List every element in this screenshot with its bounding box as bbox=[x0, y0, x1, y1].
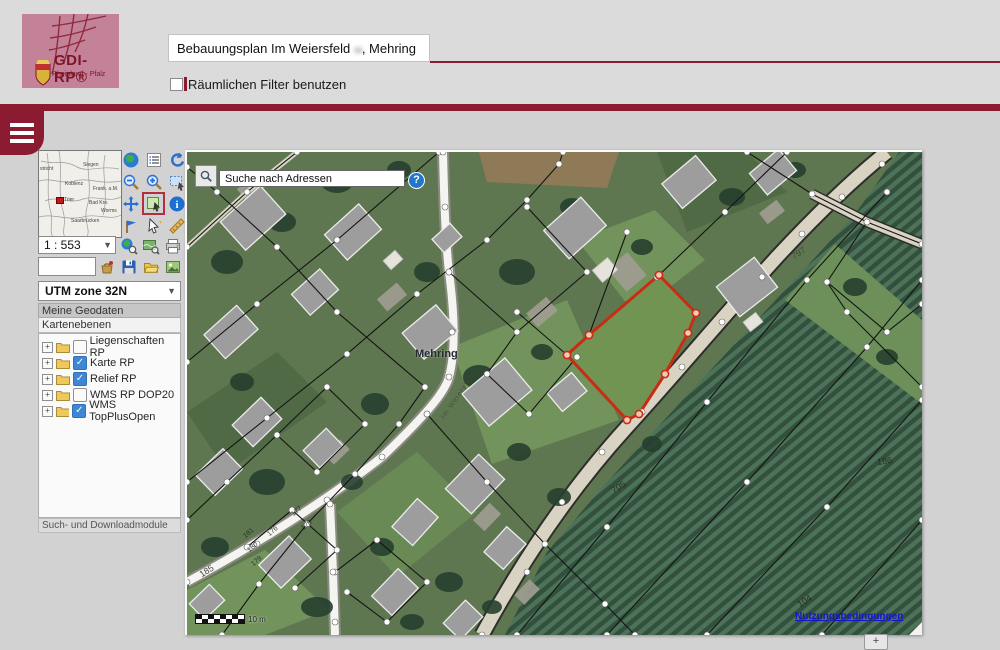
zoom-out-icon[interactable] bbox=[121, 172, 140, 191]
search-globe-icon[interactable] bbox=[119, 236, 138, 255]
layer-tree: + Liegenschaften RP + ✓ Karte RP + ✓ Rel… bbox=[38, 333, 181, 518]
overview-globe-icon[interactable] bbox=[121, 150, 140, 169]
map-viewport[interactable]: Suche nach Adressen ? Mehring Im Weiersf… bbox=[185, 150, 922, 635]
crs-select[interactable]: UTM zone 32N ▼ bbox=[38, 281, 181, 301]
expand-icon[interactable]: + bbox=[42, 390, 53, 401]
folder-icon bbox=[56, 390, 70, 401]
open-folder-icon[interactable] bbox=[141, 257, 160, 276]
search-text-suffix: , Mehring bbox=[362, 41, 416, 56]
section-meine-geodaten[interactable]: Meine Geodaten bbox=[38, 303, 181, 318]
address-search-button[interactable] bbox=[195, 165, 217, 187]
brand-bar bbox=[0, 104, 1000, 111]
layer-row: + ✓ WMS TopPlusOpen bbox=[39, 403, 180, 419]
overview-city: Worms bbox=[101, 208, 117, 214]
scale-value: 1 : 553 bbox=[44, 238, 81, 252]
print-icon[interactable] bbox=[163, 236, 182, 255]
expand-map-button[interactable]: + bbox=[864, 634, 888, 650]
layer-checkbox[interactable] bbox=[73, 340, 87, 354]
layer-row: + ✓ Relief RP bbox=[39, 371, 180, 387]
overview-city: Koblenz bbox=[65, 181, 83, 187]
spatial-filter-label: Räumlichen Filter benutzen bbox=[188, 77, 346, 92]
section-kartenebenen[interactable]: Kartenebenen bbox=[38, 318, 181, 333]
gdi-rp-logo: GDI-RP® Rheinland - Pfalz bbox=[22, 14, 119, 88]
layer-label[interactable]: Relief RP bbox=[90, 373, 136, 385]
aerial-map[interactable] bbox=[187, 152, 922, 635]
header: GDI-RP® Rheinland - Pfalz Bebauungsplan … bbox=[0, 0, 1000, 104]
divider-line bbox=[430, 61, 1000, 63]
help-icon[interactable]: ? bbox=[408, 172, 425, 189]
layer-checkbox[interactable]: ✓ bbox=[73, 372, 87, 386]
chevron-down-icon: ▼ bbox=[103, 240, 112, 250]
scale-select[interactable]: 1 : 553 ▼ bbox=[38, 236, 116, 254]
address-search-input[interactable]: Suche nach Adressen bbox=[219, 170, 405, 187]
overview-map[interactable]: stricht Siegen Koblenz Frank. a.M. Bad K… bbox=[38, 150, 122, 238]
folder-icon bbox=[56, 358, 70, 369]
overview-city: stricht bbox=[40, 166, 53, 172]
overview-city: Trier bbox=[64, 197, 74, 203]
crs-value: UTM zone 32N bbox=[45, 284, 127, 298]
coat-of-arms-icon bbox=[36, 60, 50, 85]
chevron-down-icon: ▼ bbox=[167, 286, 176, 296]
magnifier-icon bbox=[200, 170, 213, 183]
overview-position-marker bbox=[56, 197, 64, 204]
coordinate-input[interactable] bbox=[38, 257, 96, 276]
expand-icon[interactable]: + bbox=[42, 358, 53, 369]
search-text-redacted: xx bbox=[354, 45, 362, 56]
logo-subtitle: Rheinland - Pfalz bbox=[52, 71, 105, 78]
select-features-icon[interactable] bbox=[144, 216, 163, 235]
legend-icon[interactable] bbox=[144, 150, 163, 169]
map-search-icon[interactable] bbox=[141, 236, 160, 255]
terms-link[interactable]: Nutzungsbedingungen bbox=[795, 611, 903, 622]
pan-icon[interactable] bbox=[121, 194, 140, 213]
svg-text:i: i bbox=[175, 199, 178, 211]
logo-title: GDI-RP® bbox=[54, 52, 119, 86]
identify-icon[interactable] bbox=[144, 194, 163, 213]
info-icon[interactable]: i bbox=[167, 194, 186, 213]
folder-icon bbox=[56, 406, 69, 417]
layer-row: + Liegenschaften RP bbox=[39, 339, 180, 355]
overview-city: Frank. a.M. bbox=[93, 186, 118, 192]
layer-label[interactable]: Karte RP bbox=[90, 357, 135, 369]
section-such-downloadmodule[interactable]: Such- und Downloadmodule bbox=[38, 518, 181, 533]
expand-icon[interactable]: + bbox=[42, 374, 53, 385]
overview-roads-icon bbox=[39, 151, 121, 237]
search-input[interactable]: Bebauungsplan Im Weiersfeld xx, Mehring bbox=[168, 34, 430, 62]
folder-icon bbox=[56, 342, 70, 353]
resize-handle[interactable] bbox=[909, 622, 922, 635]
zoom-in-icon[interactable] bbox=[144, 172, 163, 191]
expand-icon[interactable]: + bbox=[42, 406, 53, 417]
previous-extent-icon[interactable] bbox=[167, 150, 186, 169]
overview-city: Bad Kre. bbox=[89, 200, 108, 206]
text-caret bbox=[184, 77, 187, 91]
save-icon[interactable] bbox=[119, 257, 138, 276]
layer-checkbox[interactable]: ✓ bbox=[72, 404, 86, 418]
zoom-rectangle-icon[interactable] bbox=[167, 172, 186, 191]
overview-city: Saarbrücken bbox=[71, 218, 99, 224]
jump-back-icon[interactable] bbox=[121, 216, 140, 235]
layer-checkbox[interactable] bbox=[73, 388, 87, 402]
layer-label[interactable]: WMS TopPlusOpen bbox=[89, 399, 180, 423]
measure-icon[interactable] bbox=[167, 216, 186, 235]
export-image-icon[interactable] bbox=[163, 257, 182, 276]
overview-city: Siegen bbox=[83, 162, 99, 168]
expand-icon[interactable]: + bbox=[42, 342, 53, 353]
toolbar: i bbox=[121, 150, 185, 235]
folder-icon bbox=[56, 374, 70, 385]
spatial-filter-checkbox[interactable] bbox=[170, 78, 183, 91]
layer-checkbox[interactable]: ✓ bbox=[73, 356, 87, 370]
search-text-prefix: Bebauungsplan Im Weiersfeld bbox=[177, 41, 354, 56]
hamburger-icon bbox=[10, 123, 34, 127]
layer-label[interactable]: Liegenschaften RP bbox=[90, 335, 180, 359]
menu-button[interactable] bbox=[0, 111, 44, 155]
basket-icon[interactable] bbox=[97, 257, 116, 276]
